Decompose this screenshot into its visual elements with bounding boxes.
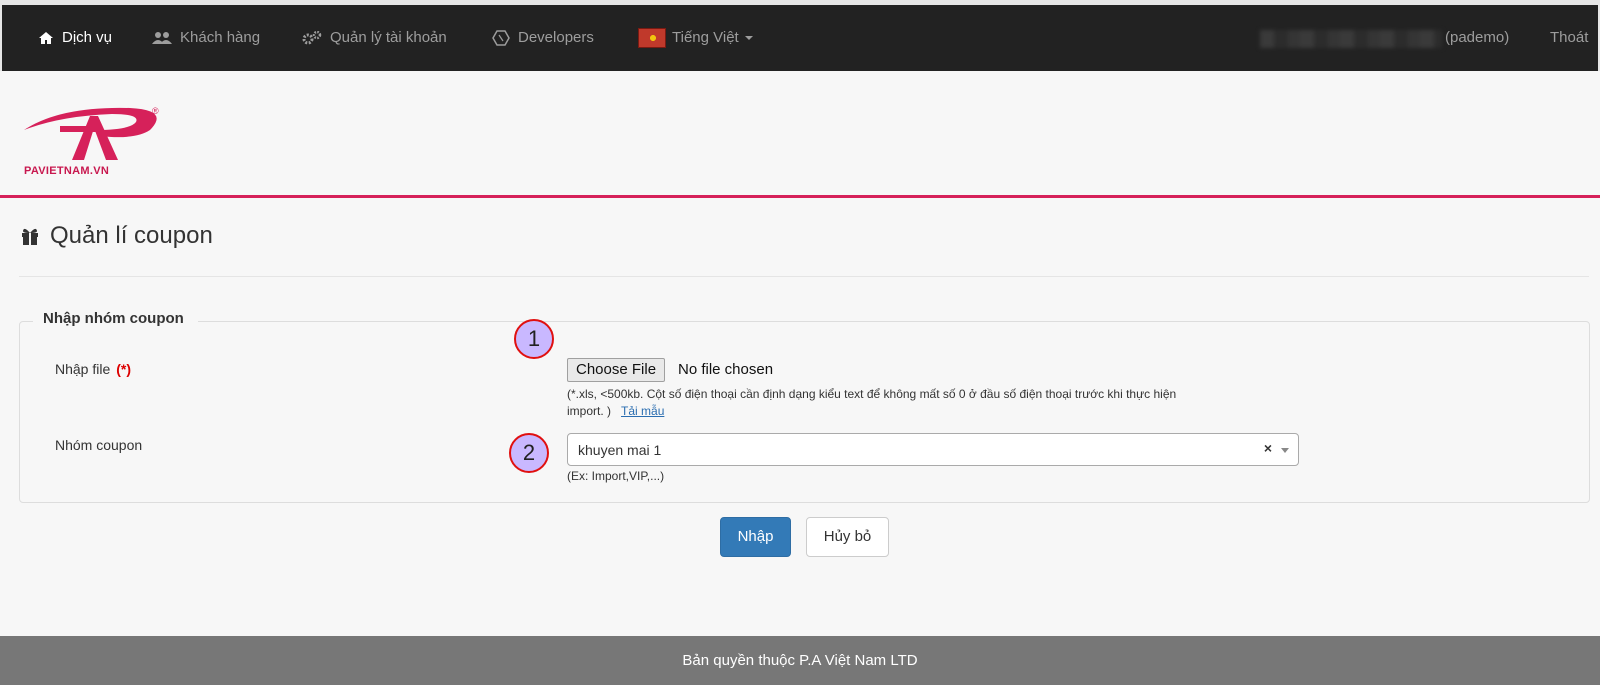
dropdown-arrow-icon[interactable] <box>1281 448 1289 453</box>
file-label-row: Nhập file (*) <box>55 361 131 377</box>
download-template-link[interactable]: Tải mẫu <box>621 404 664 418</box>
annotation-badge-2: 2 <box>509 433 549 473</box>
logo-text: PAVIETNAM.VN <box>24 165 110 177</box>
annotation-badge-1: 1 <box>514 319 554 359</box>
page-title-block: Quản lí coupon <box>20 222 213 250</box>
nav-logout-label: Thoát <box>1550 29 1589 46</box>
required-mark: (*) <box>116 361 132 377</box>
group-help: (Ex: Import,VIP,...) <box>567 469 665 483</box>
nav-account[interactable]: Quản lý tài khoản <box>302 5 447 71</box>
gears-icon <box>302 31 322 45</box>
group-label: Nhóm coupon <box>55 437 143 453</box>
coupon-group-select[interactable]: khuyen mai 1 × <box>567 433 1299 466</box>
nav-language[interactable]: Tiếng Việt <box>638 5 753 71</box>
users-icon <box>152 32 172 44</box>
blurred-username <box>1260 30 1442 48</box>
nav-language-label: Tiếng Việt <box>672 29 739 46</box>
gift-icon <box>22 228 38 245</box>
submit-button[interactable]: Nhập <box>720 517 791 557</box>
footer-copyright: Bản quyền thuộc P.A Việt Nam LTD <box>0 636 1600 685</box>
top-navbar: Dịch vụ Khách hàng Quản lý tài khoản Dev… <box>0 0 1600 71</box>
home-icon <box>39 32 53 44</box>
cancel-button[interactable]: Hủy bỏ <box>806 517 889 557</box>
clear-selection-icon[interactable]: × <box>1264 440 1272 456</box>
nav-account-label: Quản lý tài khoản <box>330 29 447 46</box>
nav-services-label: Dịch vụ <box>62 29 113 46</box>
file-help-line1: (*.xls, <500kb. Cột số điện thoại cần đị… <box>567 387 1177 401</box>
nav-user-label: (pademo) <box>1445 29 1510 46</box>
header <box>0 71 1600 196</box>
nav-customers[interactable]: Khách hàng <box>152 5 260 71</box>
logo: ® <box>24 106 159 160</box>
svg-text:®: ® <box>152 106 159 116</box>
nav-developers[interactable]: Developers <box>492 5 594 71</box>
nav-logout[interactable]: Thoát <box>1550 5 1588 71</box>
file-help-line2-text: import. ) <box>567 404 612 418</box>
coupon-group-value: khuyen mai 1 <box>578 442 662 458</box>
file-label: Nhập file <box>55 361 111 377</box>
nav-services[interactable]: Dịch vụ <box>38 5 112 71</box>
brand-divider <box>0 195 1600 198</box>
choose-file-button[interactable]: Choose File <box>567 358 666 382</box>
coupon-import-fieldset <box>19 321 1590 503</box>
file-help-line2: import. ) Tải mẫu <box>567 403 664 419</box>
flag-icon <box>638 28 666 48</box>
nav-user[interactable]: (pademo) <box>1445 5 1509 71</box>
title-divider <box>19 276 1589 277</box>
nav-customers-label: Khách hàng <box>180 29 261 46</box>
developers-icon <box>492 30 510 46</box>
fieldset-legend: Nhập nhóm coupon <box>33 310 198 327</box>
chevron-down-icon <box>744 36 753 40</box>
nav-developers-label: Developers <box>518 29 594 46</box>
file-status: No file chosen <box>678 361 774 378</box>
page-title: Quản lí coupon <box>50 222 213 249</box>
